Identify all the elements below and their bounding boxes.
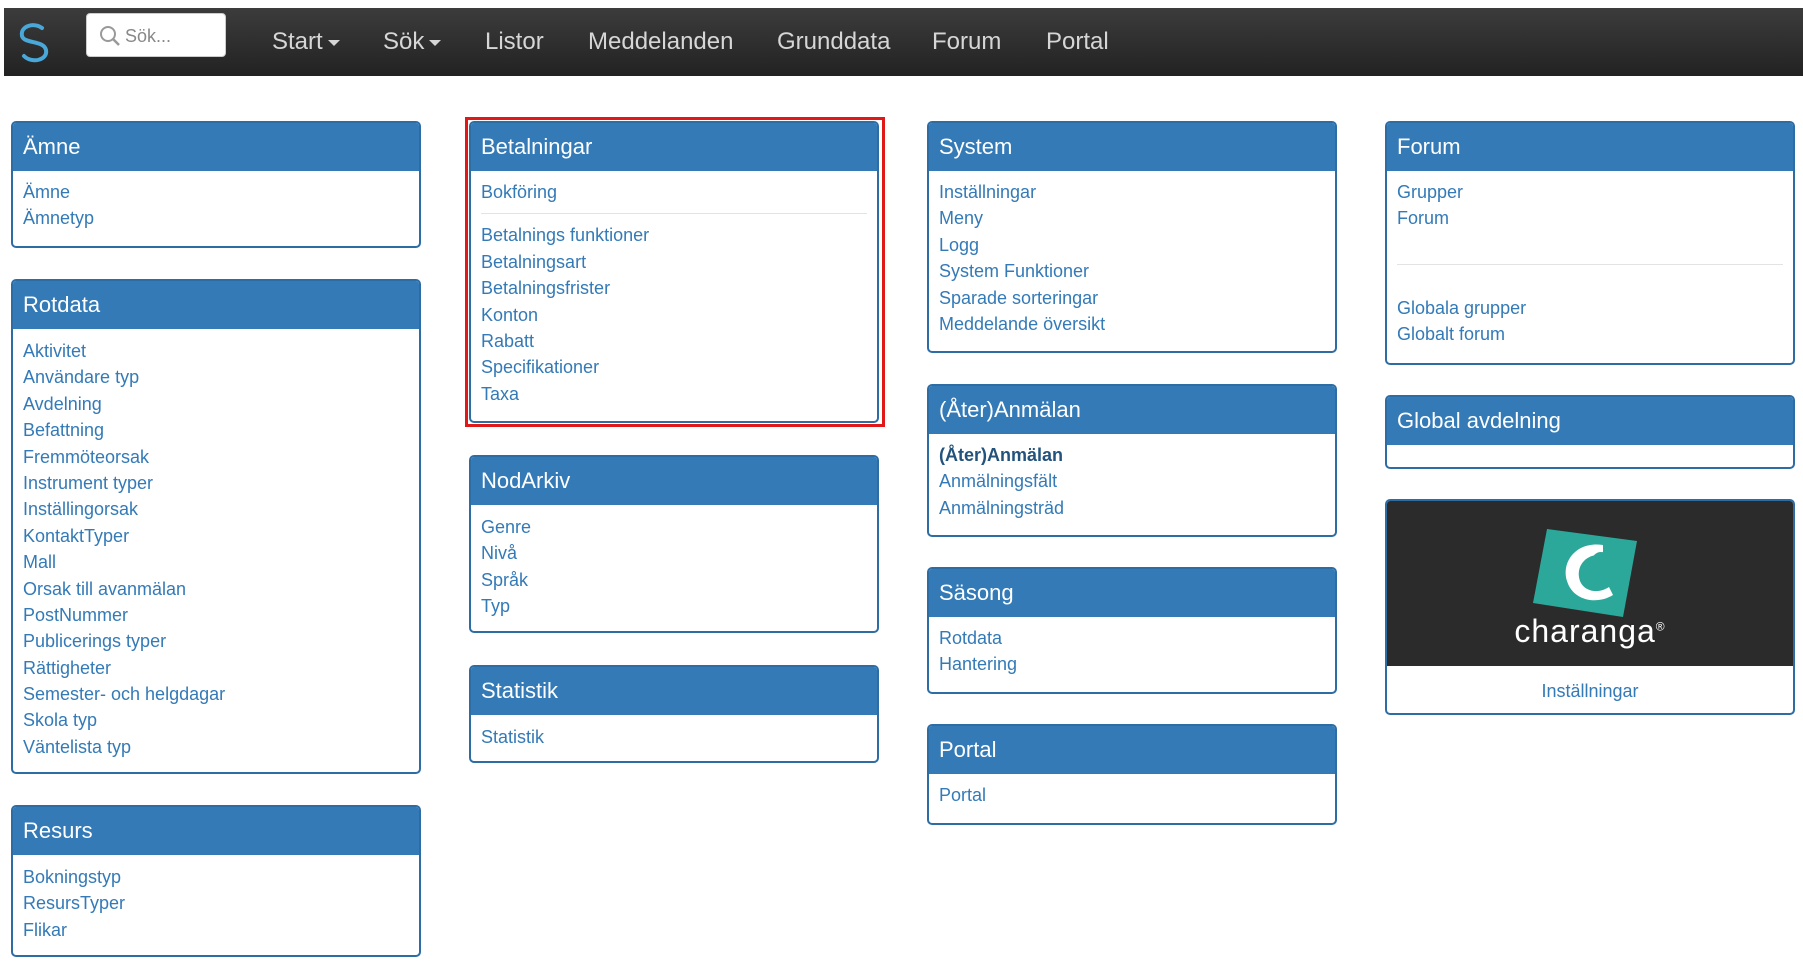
link-resurstyper[interactable]: ResursTyper bbox=[23, 890, 409, 916]
panel-title: Ämne bbox=[13, 123, 419, 171]
panel-resurs: Resurs Bokningstyp ResursTyper Flikar bbox=[11, 805, 421, 957]
panel-system: System Inställningar Meny Logg System Fu… bbox=[927, 121, 1337, 353]
charanga-logo: charanga® bbox=[1387, 501, 1793, 666]
trademark: ® bbox=[1655, 619, 1666, 634]
panel-title: Statistik bbox=[471, 667, 877, 715]
top-navbar: Start Sök Listor Meddelanden Grunddata F… bbox=[4, 8, 1803, 76]
link-installingorsak[interactable]: Inställingorsak bbox=[23, 496, 409, 522]
link-globala-grupper[interactable]: Globala grupper bbox=[1397, 295, 1783, 321]
link-instrument-typer[interactable]: Instrument typer bbox=[23, 470, 409, 496]
panel-title: NodArkiv bbox=[471, 457, 877, 505]
link-skola-typ[interactable]: Skola typ bbox=[23, 707, 409, 733]
link-anmalningsfalt[interactable]: Anmälningsfält bbox=[939, 468, 1325, 494]
search-input[interactable] bbox=[123, 22, 223, 50]
link-globalt-forum[interactable]: Globalt forum bbox=[1397, 321, 1783, 347]
nav-start-menu[interactable]: Start bbox=[272, 18, 340, 66]
link-aktivitet[interactable]: Aktivitet bbox=[23, 338, 409, 364]
panel-title: Resurs bbox=[13, 807, 419, 855]
panel-statistik: Statistik Statistik bbox=[469, 665, 879, 763]
link-kontakttyper[interactable]: KontaktTyper bbox=[23, 523, 409, 549]
search-icon bbox=[100, 26, 120, 46]
link-statistik[interactable]: Statistik bbox=[481, 724, 867, 750]
dropdown-caret-icon bbox=[429, 39, 442, 46]
link-orsak-till-avanmalan[interactable]: Orsak till avanmälan bbox=[23, 576, 409, 602]
link-bokningstyp[interactable]: Bokningstyp bbox=[23, 864, 409, 890]
link-postnummer[interactable]: PostNummer bbox=[23, 602, 409, 628]
search-box[interactable] bbox=[86, 13, 226, 57]
panel-nodarkiv: NodArkiv Genre Nivå Språk Typ bbox=[469, 455, 879, 633]
panel-amne: Ämne Ämne Ämnetyp bbox=[11, 121, 421, 248]
charanga-brand: charanga® bbox=[1387, 613, 1793, 650]
panel-title: (Åter)Anmälan bbox=[929, 386, 1335, 434]
link-anvandare-typ[interactable]: Användare typ bbox=[23, 364, 409, 390]
link-genre[interactable]: Genre bbox=[481, 514, 867, 540]
link-system-funktioner[interactable]: System Funktioner bbox=[939, 258, 1325, 284]
header-strip bbox=[0, 0, 1803, 8]
link-meny[interactable]: Meny bbox=[939, 205, 1325, 231]
panel-rotdata: Rotdata Aktivitet Användare typ Avdelnin… bbox=[11, 279, 421, 774]
nav-forum[interactable]: Forum bbox=[932, 18, 1001, 66]
link-rotdata[interactable]: Rotdata bbox=[939, 625, 1325, 651]
panel-global-avdelning: Global avdelning bbox=[1385, 395, 1795, 469]
panel-title: Säsong bbox=[929, 569, 1335, 617]
link-typ[interactable]: Typ bbox=[481, 593, 867, 619]
nav-listor[interactable]: Listor bbox=[485, 18, 544, 66]
link-ateranmalan[interactable]: (Åter)Anmälan bbox=[939, 442, 1325, 468]
link-niva[interactable]: Nivå bbox=[481, 540, 867, 566]
brand-name: charanga bbox=[1514, 613, 1656, 649]
link-logg[interactable]: Logg bbox=[939, 232, 1325, 258]
panel-charanga: charanga® Inställningar bbox=[1385, 499, 1795, 715]
panel-portal: Portal Portal bbox=[927, 724, 1337, 825]
panel-title: Rotdata bbox=[13, 281, 419, 329]
link-portal[interactable]: Portal bbox=[939, 782, 1325, 808]
nav-start-label: Start bbox=[272, 28, 323, 55]
dropdown-caret-icon bbox=[327, 39, 340, 46]
panel-title: Forum bbox=[1387, 123, 1793, 171]
panel-title: System bbox=[929, 123, 1335, 171]
link-forum[interactable]: Forum bbox=[1397, 205, 1783, 231]
link-publicerings-typer[interactable]: Publicerings typer bbox=[23, 628, 409, 654]
link-hantering[interactable]: Hantering bbox=[939, 651, 1325, 677]
panel-title: Portal bbox=[929, 726, 1335, 774]
link-rattigheter[interactable]: Rättigheter bbox=[23, 655, 409, 681]
nav-meddelanden[interactable]: Meddelanden bbox=[588, 18, 733, 66]
link-avdelning[interactable]: Avdelning bbox=[23, 391, 409, 417]
nav-portal[interactable]: Portal bbox=[1046, 18, 1109, 66]
link-grupper[interactable]: Grupper bbox=[1397, 179, 1783, 205]
link-fremmoteorsak[interactable]: Fremmöteorsak bbox=[23, 444, 409, 470]
link-sparade-sorteringar[interactable]: Sparade sorteringar bbox=[939, 285, 1325, 311]
charanga-logo-icon bbox=[1533, 529, 1637, 617]
panel-ateranmalan: (Åter)Anmälan (Åter)Anmälan Anmälningsfä… bbox=[927, 384, 1337, 537]
link-amne[interactable]: Ämne bbox=[23, 179, 409, 205]
app-logo-icon[interactable] bbox=[14, 20, 54, 64]
nav-sok-menu[interactable]: Sök bbox=[383, 18, 442, 66]
link-meddelande-oversikt[interactable]: Meddelande översikt bbox=[939, 311, 1325, 337]
link-anmalningstrad[interactable]: Anmälningsträd bbox=[939, 495, 1325, 521]
panel-sasong: Säsong Rotdata Hantering bbox=[927, 567, 1337, 694]
link-charanga-installningar[interactable]: Inställningar bbox=[1397, 678, 1783, 704]
panel-title: Global avdelning bbox=[1387, 397, 1793, 445]
link-vantelista-typ[interactable]: Väntelista typ bbox=[23, 734, 409, 760]
panel-forum: Forum Grupper Forum Globala grupper Glob… bbox=[1385, 121, 1795, 365]
link-installningar[interactable]: Inställningar bbox=[939, 179, 1325, 205]
link-semester-och-helgdagar[interactable]: Semester- och helgdagar bbox=[23, 681, 409, 707]
link-flikar[interactable]: Flikar bbox=[23, 917, 409, 943]
link-mall[interactable]: Mall bbox=[23, 549, 409, 575]
divider bbox=[1397, 263, 1783, 265]
highlight-box bbox=[465, 117, 885, 427]
nav-grunddata[interactable]: Grunddata bbox=[777, 18, 890, 66]
link-befattning[interactable]: Befattning bbox=[23, 417, 409, 443]
nav-sok-label: Sök bbox=[383, 28, 425, 55]
link-amnetyp[interactable]: Ämnetyp bbox=[23, 205, 409, 231]
link-sprak[interactable]: Språk bbox=[481, 567, 867, 593]
